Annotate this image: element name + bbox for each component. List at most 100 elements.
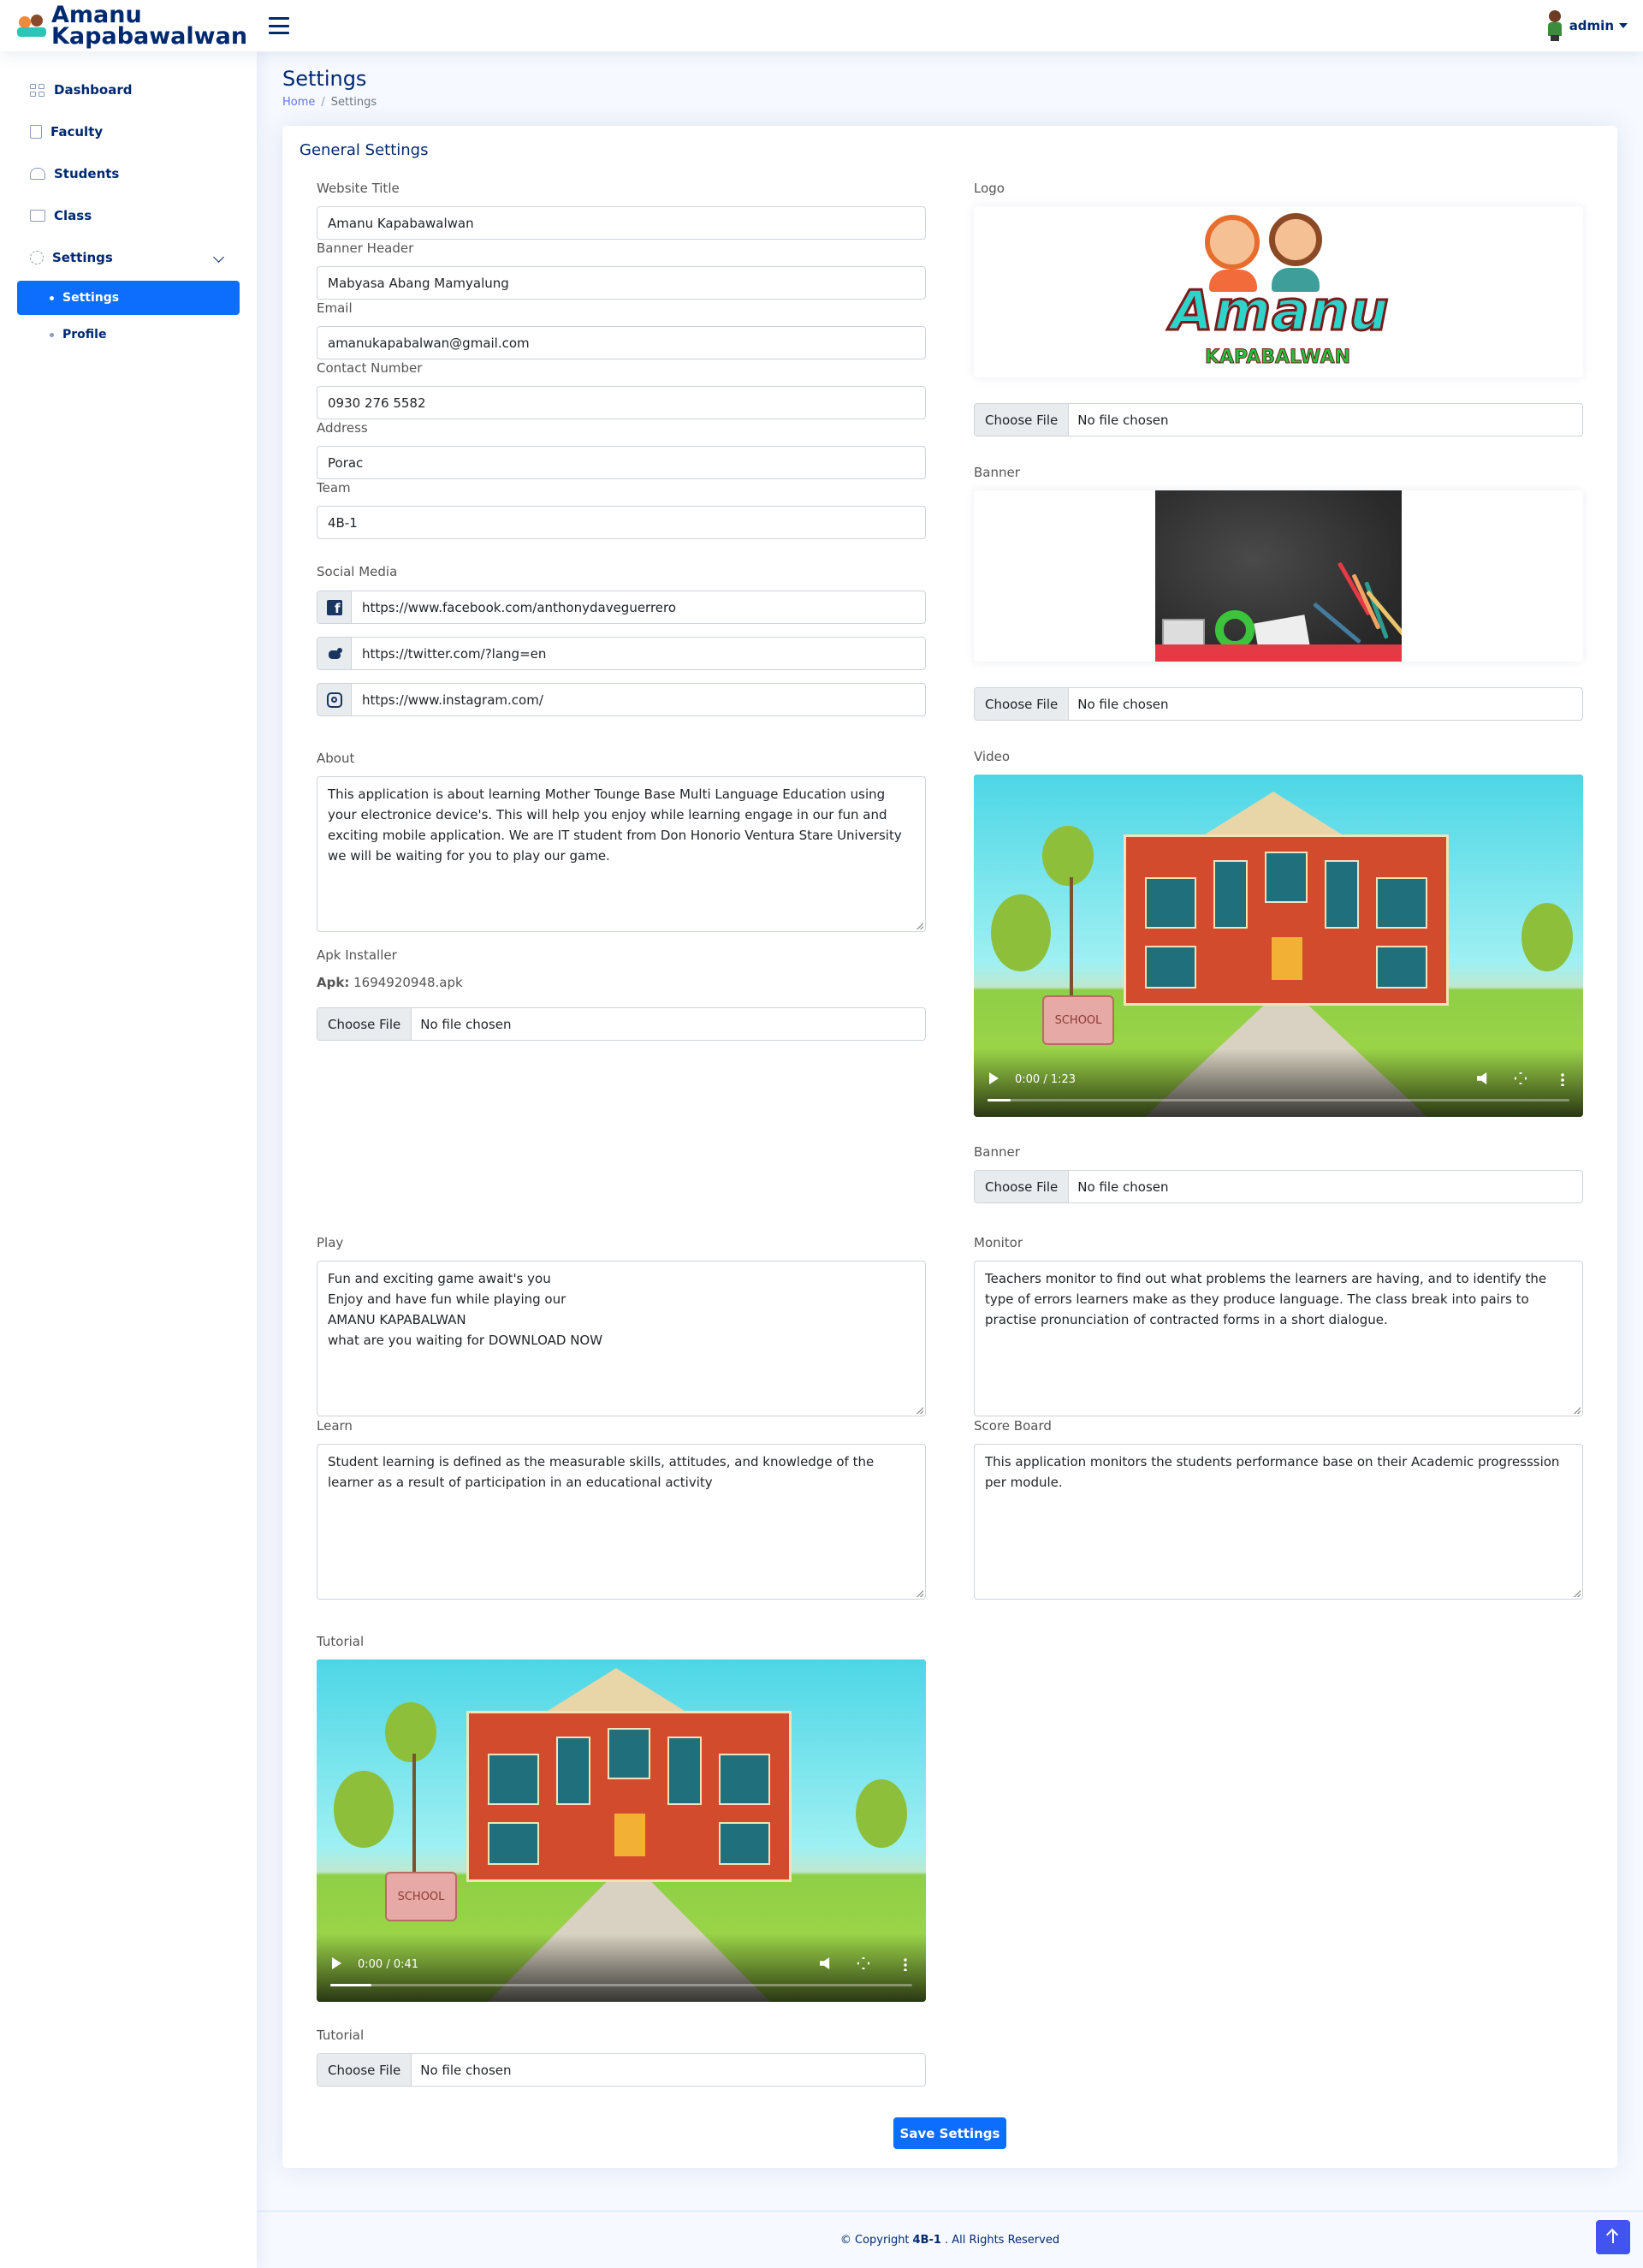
twitter-input-group[interactable]: https://twitter.com/?lang=en xyxy=(317,637,926,670)
play-label: Play xyxy=(317,1235,344,1250)
about-label: About xyxy=(317,751,355,766)
back-to-top-button[interactable] xyxy=(1596,2220,1630,2254)
video-label: Video xyxy=(974,749,1011,764)
apk-current-file: Apk: 1694920948.apk xyxy=(317,975,463,990)
more-options-icon[interactable] xyxy=(904,1957,907,1971)
choose-file-button[interactable]: Choose File xyxy=(317,1008,412,1040)
app-title: Amanu Kapabawalwan xyxy=(51,2,248,50)
tutorial-file-input[interactable]: Choose File No file chosen xyxy=(317,2053,926,2087)
resize-grip-icon[interactable] xyxy=(916,1590,923,1597)
banner2-file-input[interactable]: Choose File No file chosen xyxy=(974,1170,1583,1203)
email-field[interactable]: amanukapabalwan@gmail.com xyxy=(317,326,926,359)
instagram-input-group[interactable]: https://www.instagram.com/ xyxy=(317,683,926,716)
breadcrumb-separator: / xyxy=(321,96,325,109)
resize-grip-icon[interactable] xyxy=(916,1407,923,1414)
address-input[interactable]: Porac xyxy=(317,446,926,479)
avatar xyxy=(1545,10,1564,41)
top-header: Amanu Kapabawalwan admin xyxy=(0,0,1643,51)
banner2-label: Banner xyxy=(974,1144,1020,1160)
choose-file-button[interactable]: Choose File xyxy=(317,2054,412,2086)
more-options-icon[interactable] xyxy=(1561,1072,1564,1086)
save-settings-button[interactable]: Save Settings xyxy=(893,2117,1006,2149)
tutorial-file-label: Tutorial xyxy=(317,2028,365,2043)
caret-down-icon xyxy=(1619,23,1628,28)
logo-kids-icon xyxy=(17,13,46,39)
play-textarea[interactable]: Fun and exciting game await's you Enjoy … xyxy=(317,1261,926,1416)
breadcrumb-home[interactable]: Home xyxy=(282,96,315,109)
team-input[interactable]: 4B-1 xyxy=(317,506,926,539)
sidebar-item-class[interactable]: Class xyxy=(17,194,240,236)
breadcrumb: Home / Settings xyxy=(282,96,377,109)
tutorial-video-player[interactable]: SCHOOL 0:00 / 0:41 xyxy=(317,1659,926,2002)
monitor-textarea[interactable]: Teachers monitor to find out what proble… xyxy=(974,1261,1583,1416)
email-label: Email xyxy=(317,300,353,316)
sidebar-subitem-profile[interactable]: Profile xyxy=(17,318,240,352)
tutorial-video-controls: 0:00 / 0:41 xyxy=(317,1933,926,2002)
breadcrumb-current: Settings xyxy=(330,96,377,109)
resize-grip-icon[interactable] xyxy=(916,923,923,929)
play-icon[interactable] xyxy=(989,1072,999,1084)
sidebar-item-dashboard[interactable]: Dashboard xyxy=(17,68,240,110)
sidebar-item-students[interactable]: Students xyxy=(17,152,240,194)
resize-grip-icon[interactable] xyxy=(1574,1407,1581,1414)
apk-installer-label: Apk Installer xyxy=(317,947,397,963)
video-player[interactable]: SCHOOL 0:00 / 1:23 xyxy=(974,775,1583,1117)
facebook-input-group[interactable]: f https://www.facebook.com/anthonydavegu… xyxy=(317,591,926,624)
logo-label: Logo xyxy=(974,181,1005,196)
social-media-label: Social Media xyxy=(317,564,398,579)
website-title-label: Website Title xyxy=(317,181,400,196)
contact-label: Contact Number xyxy=(317,360,423,376)
sidebar-toggle-icon[interactable] xyxy=(269,17,289,34)
choose-file-button[interactable]: Choose File xyxy=(975,688,1070,720)
resize-grip-icon[interactable] xyxy=(1574,1590,1581,1597)
about-textarea[interactable]: This application is about learning Mothe… xyxy=(317,776,926,932)
banner-image xyxy=(1155,490,1402,662)
volume-icon[interactable] xyxy=(1477,1072,1487,1084)
choose-file-button[interactable]: Choose File xyxy=(975,1171,1070,1202)
instagram-icon xyxy=(326,692,342,708)
general-settings-card: General Settings Website Title Amanu Kap… xyxy=(282,126,1617,2168)
play-icon[interactable] xyxy=(332,1957,341,1969)
logo-preview: Amanu KAPABALWAN xyxy=(974,206,1583,377)
tutorial-label: Tutorial xyxy=(317,1634,365,1649)
volume-icon[interactable] xyxy=(820,1957,830,1969)
team-label: Team xyxy=(317,480,351,496)
video-progress-bar[interactable] xyxy=(988,1099,1569,1101)
learn-textarea[interactable]: Student learning is defined as the measu… xyxy=(317,1444,926,1600)
apk-file-input[interactable]: Choose File No file chosen xyxy=(317,1007,926,1041)
video-controls: 0:00 / 1:23 xyxy=(974,1048,1583,1117)
banner-file-input[interactable]: Choose File No file chosen xyxy=(974,687,1583,721)
banner-header-label: Banner Header xyxy=(317,240,414,256)
twitter-icon xyxy=(327,647,342,660)
bullet-icon xyxy=(50,295,54,300)
profile-name: admin xyxy=(1569,18,1614,33)
tutorial-progress-bar[interactable] xyxy=(330,1984,912,1986)
logo-file-input[interactable]: Choose File No file chosen xyxy=(974,403,1583,436)
website-title-input[interactable]: Amanu Kapabawalwan xyxy=(317,206,926,240)
chevron-down-icon xyxy=(213,252,224,263)
sidebar-subitem-settings[interactable]: Settings xyxy=(17,281,240,315)
page-title-block: Settings Home / Settings xyxy=(282,67,377,109)
fullscreen-icon[interactable] xyxy=(1515,1072,1527,1084)
fullscreen-icon[interactable] xyxy=(857,1957,869,1969)
app-logo[interactable]: Amanu Kapabawalwan xyxy=(0,2,257,50)
sidebar-item-faculty[interactable]: Faculty xyxy=(17,110,240,152)
twitter-url[interactable]: https://twitter.com/?lang=en xyxy=(352,646,556,662)
scoreboard-textarea[interactable]: This application monitors the students p… xyxy=(974,1444,1583,1600)
contact-input[interactable]: 0930 276 5582 xyxy=(317,386,926,419)
scoreboard-label: Score Board xyxy=(974,1418,1052,1434)
instagram-url[interactable]: https://www.instagram.com/ xyxy=(352,692,554,708)
sidebar-item-settings[interactable]: Settings xyxy=(17,236,240,278)
learn-label: Learn xyxy=(317,1418,353,1434)
user-profile-dropdown[interactable]: admin xyxy=(1545,10,1628,41)
facebook-url[interactable]: https://www.facebook.com/anthonydaveguer… xyxy=(352,600,686,615)
gear-icon xyxy=(30,250,44,264)
logo-image: Amanu KAPABALWAN xyxy=(1170,206,1390,377)
banner-label: Banner xyxy=(974,465,1020,480)
sidebar: Dashboard Faculty Students Class Setting… xyxy=(0,51,257,2268)
choose-file-button[interactable]: Choose File xyxy=(975,404,1070,436)
id-card-icon xyxy=(30,124,42,139)
footer: © Copyright 4B-1 . All Rights Reserved xyxy=(257,2211,1643,2268)
banner-header-input[interactable]: Mabyasa Abang Mamyalung xyxy=(317,266,926,300)
video-time: 0:00 / 1:23 xyxy=(1015,1073,1077,1086)
